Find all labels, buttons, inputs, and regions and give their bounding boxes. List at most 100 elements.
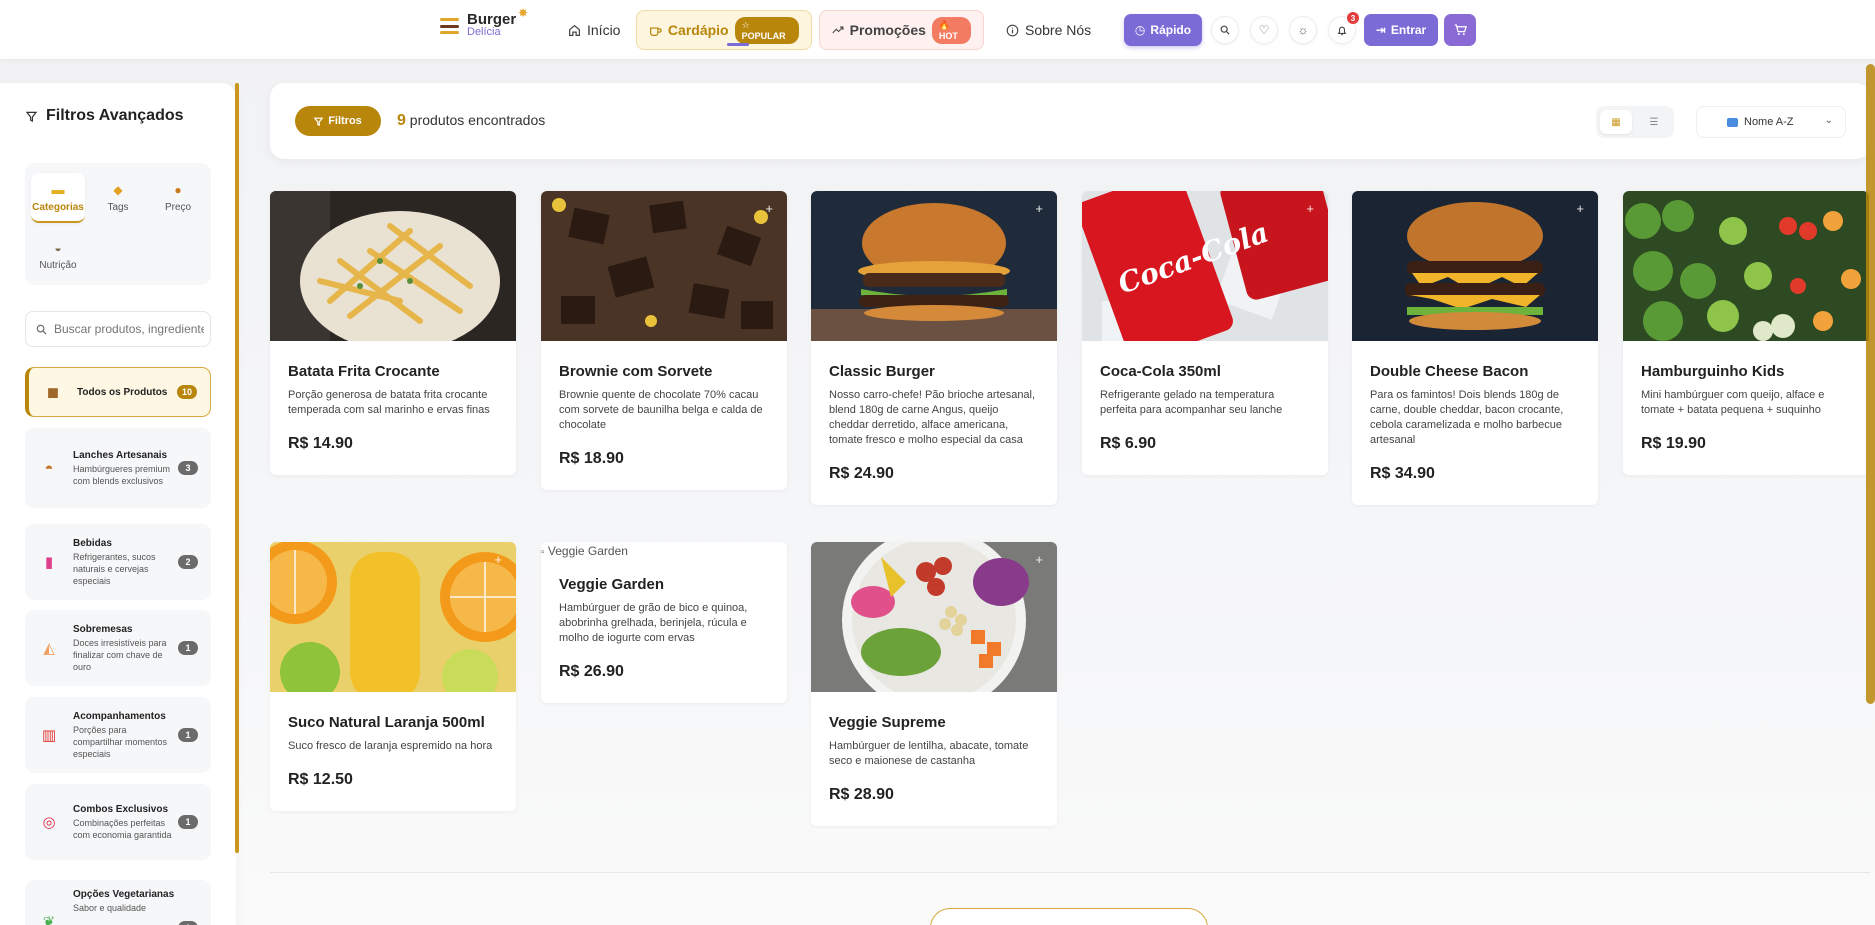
product-card[interactable]: Coca-Cola + Coca-Cola 350ml Refrigerante…: [1082, 191, 1328, 475]
plus-icon[interactable]: +: [1306, 201, 1314, 216]
search-icon: [36, 324, 47, 335]
product-search[interactable]: [25, 311, 211, 347]
category-desc: Refrigerantes, sucos naturais e cervejas…: [73, 551, 156, 586]
brand-name: Burger: [467, 11, 517, 28]
product-card[interactable]: + Brownie com Sorvete Brownie quente de …: [541, 191, 787, 490]
login-button[interactable]: ⇥ Entrar: [1364, 14, 1438, 46]
product-title: Classic Burger: [829, 363, 935, 380]
plus-icon[interactable]: +: [494, 552, 502, 567]
category-lanches[interactable]: ◓ Lanches Artesanais Hambúrgueres premiu…: [25, 428, 211, 508]
product-card[interactable]: + Veggie Supreme Hambúrguer de lentilha,…: [811, 542, 1057, 826]
product-description: Porção generosa de batata frita crocante…: [288, 389, 490, 416]
clock-icon: ◷: [1134, 23, 1146, 37]
product-card[interactable]: + Double Cheese Bacon Para os famintos! …: [1352, 191, 1598, 505]
bowl-icon: ◒: [54, 241, 62, 255]
plus-icon[interactable]: +: [1576, 201, 1584, 216]
popular-badge: ☆ POPULAR: [734, 16, 799, 44]
list-view-button[interactable]: ☰: [1638, 110, 1670, 134]
category-desc: Doces irresistíveis para finalizar com c…: [73, 637, 167, 672]
sort-select[interactable]: Nome A-Z ⌄: [1696, 106, 1846, 138]
sidebar-title: Filtros Avançados: [26, 107, 184, 125]
product-title: Brownie com Sorvete: [559, 363, 713, 380]
category-count: 1: [178, 921, 198, 925]
grid-view-button[interactable]: ▦: [1600, 110, 1632, 134]
search-input[interactable]: [54, 322, 204, 336]
product-description: Brownie quente de chocolate 70% cacau co…: [559, 389, 763, 431]
heart-icon: ♡: [1258, 23, 1270, 37]
category-acompanhamentos[interactable]: ▥ Acompanhamentos Porções para compartil…: [25, 697, 211, 773]
load-more-button[interactable]: [930, 908, 1208, 925]
sort-label: Nome A-Z: [1744, 116, 1794, 128]
product-title: Suco Natural Laranja 500ml: [288, 714, 485, 731]
category-combos[interactable]: ◎ Combos Exclusivos Combinações perfeita…: [25, 784, 211, 860]
product-price: R$ 24.90: [829, 465, 894, 482]
category-count: 1: [178, 728, 198, 742]
tab-nutricao[interactable]: ◒ Nutrição: [31, 231, 85, 281]
product-price: R$ 12.50: [288, 771, 353, 788]
plus-icon[interactable]: +: [765, 201, 773, 216]
theme-toggle-button[interactable]: ☼: [1289, 16, 1317, 44]
section-divider: [270, 872, 1870, 873]
search-button[interactable]: [1211, 16, 1239, 44]
product-image-brownie: +: [541, 191, 787, 341]
top-navbar: Burger Delícia ✸ Início Cardápio ☆ POPUL…: [0, 0, 1875, 60]
nav-cardapio-label: Cardápio: [667, 22, 729, 38]
filters-button[interactable]: Filtros: [295, 106, 381, 136]
nav-cardapio[interactable]: Cardápio ☆ POPULAR: [636, 10, 812, 50]
result-number: 9: [397, 112, 406, 129]
sun-icon: ☼: [1297, 23, 1309, 37]
category-count: 2: [178, 555, 198, 569]
product-title: Double Cheese Bacon: [1370, 363, 1529, 380]
result-count: 9 produtos encontrados: [397, 112, 545, 130]
category-count: 1: [178, 641, 198, 655]
cake-icon: ◭: [43, 640, 55, 657]
category-desc: Combinações perfeitas com economia garan…: [73, 817, 172, 840]
tab-tags[interactable]: ◆ Tags: [91, 173, 145, 223]
product-description: Hambúrguer de lentilha, abacate, tomate …: [829, 740, 1029, 767]
product-price: R$ 6.90: [1100, 435, 1157, 452]
category-name: Acompanhamentos: [73, 710, 166, 722]
category-name: Opções Vegetarianas: [73, 889, 175, 900]
filter-icon: [314, 117, 324, 126]
product-card[interactable]: + Suco Natural Laranja 500ml Suco fresco…: [270, 542, 516, 811]
bell-icon: [1337, 26, 1347, 35]
trending-up-icon: [832, 26, 844, 34]
cart-button[interactable]: [1444, 14, 1476, 46]
brand-logo[interactable]: Burger Delícia ✸: [440, 6, 528, 38]
product-image-fries: [270, 191, 516, 341]
product-card[interactable]: Hamburguinho Kids Mini hambúrguer com qu…: [1623, 191, 1869, 475]
drink-icon: ▮: [44, 554, 54, 571]
nav-sobre[interactable]: Sobre Nós: [994, 10, 1103, 50]
product-card[interactable]: Batata Frita Crocante Porção generosa de…: [270, 191, 516, 475]
burger-icon: ◓: [44, 459, 54, 477]
nav-sobre-label: Sobre Nós: [1025, 22, 1092, 38]
favorites-button[interactable]: ♡: [1250, 16, 1278, 44]
page-scrollbar[interactable]: [1866, 64, 1875, 704]
sparkle-icon: ✸: [518, 6, 529, 20]
tab-preco[interactable]: ● Preço: [151, 173, 205, 223]
product-image-double-cheese: +: [1352, 191, 1598, 341]
active-indicator: [727, 43, 749, 46]
fries-icon: ▥: [41, 727, 57, 744]
product-price: R$ 19.90: [1641, 435, 1706, 452]
sidebar-accent-bar: [235, 83, 239, 853]
category-todos[interactable]: ◼ Todos os Produtos 10: [25, 367, 211, 417]
product-image-veggie-bowl: +: [811, 542, 1057, 692]
nav-inicio[interactable]: Início: [556, 10, 632, 50]
category-bebidas[interactable]: ▮ Bebidas Refrigerantes, sucos naturais …: [25, 524, 211, 600]
notification-count-badge: 3: [1347, 12, 1359, 24]
leaf-icon: ❦: [42, 914, 56, 925]
quick-order-button[interactable]: ◷ Rápido: [1124, 14, 1202, 46]
plus-icon[interactable]: +: [1035, 552, 1043, 567]
product-card[interactable]: + Classic Burger Nosso carro-chefe! Pão …: [811, 191, 1057, 505]
category-sobremesas[interactable]: ◭ Sobremesas Doces irresistíveis para fi…: [25, 610, 211, 686]
result-text: produtos encontrados: [409, 112, 546, 128]
category-vegetarianas[interactable]: ❦ Opções Vegetarianas Sabor e qualidade …: [25, 880, 211, 925]
product-card[interactable]: ▫ Veggie Garden Veggie Garden Hambúrguer…: [541, 542, 787, 703]
plus-icon[interactable]: +: [1035, 201, 1043, 216]
tab-categorias[interactable]: ▬ Categorias: [31, 173, 85, 223]
nav-promocoes[interactable]: Promoções 🔥HOT: [819, 10, 984, 50]
info-icon: [1006, 24, 1019, 36]
product-image-coca-cola: Coca-Cola +: [1082, 191, 1328, 341]
category-name: Sobremesas: [73, 623, 133, 635]
